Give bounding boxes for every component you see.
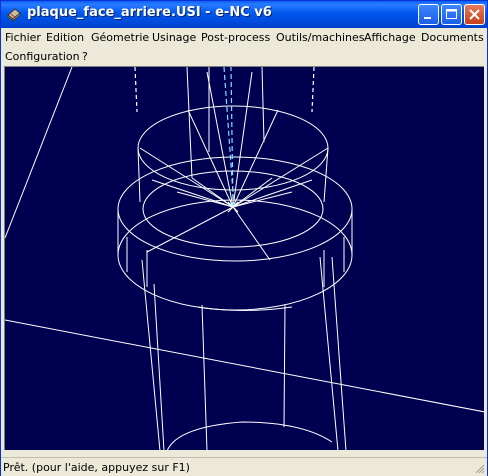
tool-axis-dashed (311, 67, 315, 113)
boss-bottom-ellipse (117, 199, 353, 311)
menu-help[interactable]: ? (82, 50, 88, 63)
reference-line (5, 319, 484, 413)
app-icon[interactable] (6, 6, 22, 22)
menu-bar: Fichier Edition Géometrie Usinage Post-p… (1, 28, 487, 66)
menu-edition[interactable]: Edition (46, 31, 84, 44)
reference-line (5, 67, 73, 239)
menu-geometrie[interactable]: Géometrie (91, 31, 149, 44)
maximize-icon (446, 9, 457, 19)
menu-affichage[interactable]: Affichage (364, 31, 416, 44)
menu-outils-machines[interactable]: Outils/machines (276, 31, 365, 44)
maximize-button[interactable] (441, 4, 462, 25)
menu-usinage[interactable]: Usinage (152, 31, 196, 44)
3d-viewport[interactable] (4, 66, 484, 450)
status-text: Prêt. (pour l'aide, appuyez sur F1) (3, 461, 190, 474)
menu-post-process[interactable]: Post-process (201, 31, 270, 44)
menu-documents[interactable]: Documents (421, 31, 484, 44)
title-bar[interactable]: plaque_face_arriere.USI - e-NC v6 (1, 1, 487, 28)
menu-fichier[interactable]: Fichier (5, 31, 41, 44)
close-icon (469, 9, 480, 20)
minimize-icon (424, 17, 431, 19)
resize-grip-icon[interactable] (473, 462, 485, 474)
wireframe-view[interactable] (5, 67, 484, 450)
menu-configuration[interactable]: Configuration (5, 50, 80, 63)
upper-ellipse (137, 105, 329, 191)
minimize-button[interactable] (418, 4, 439, 25)
status-bar: Prêt. (pour l'aide, appuyez sur F1) (1, 457, 487, 476)
app-window: plaque_face_arriere.USI - e-NC v6 Fichie… (0, 0, 488, 476)
close-button[interactable] (464, 4, 485, 25)
tool-path-dashed (230, 67, 234, 208)
tool-axis-dashed (134, 67, 138, 113)
window-title: plaque_face_arriere.USI - e-NC v6 (27, 5, 272, 20)
